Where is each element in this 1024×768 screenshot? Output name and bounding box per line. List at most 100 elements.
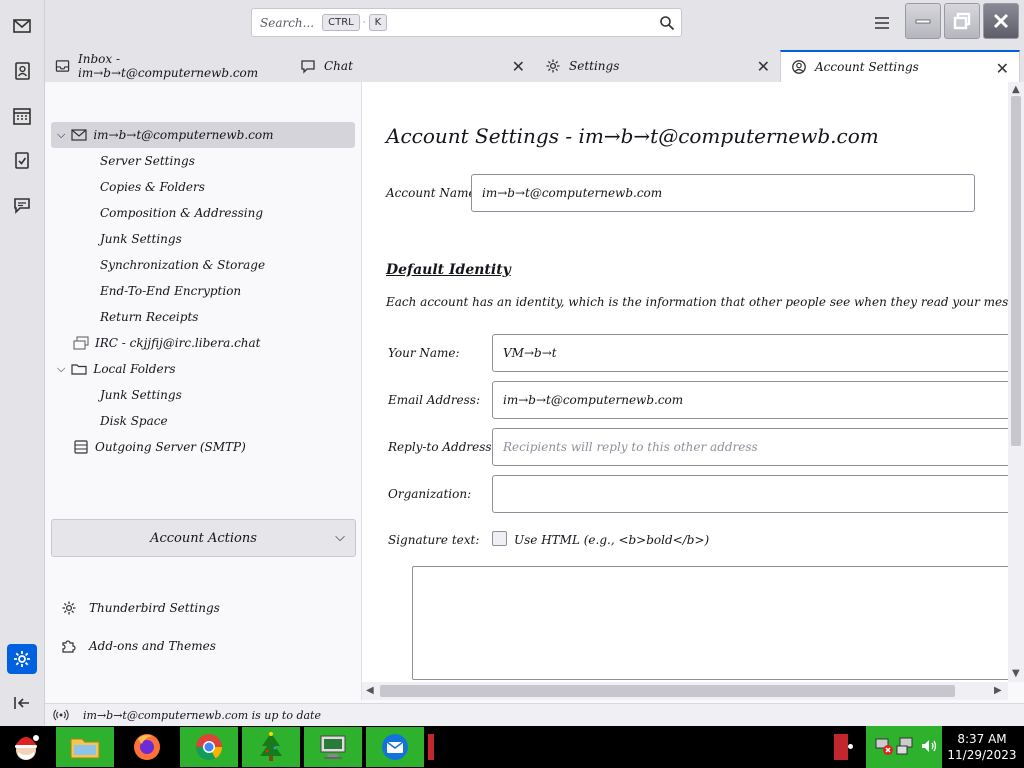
horizontal-scroll-thumb[interactable] <box>380 685 955 697</box>
taskbar-christmas-tree[interactable] <box>242 727 300 767</box>
tab-bar: Inbox - im→b→t@computernewb.com Chat ✕ S… <box>45 48 1024 82</box>
addons-themes-link[interactable]: Add-ons and Themes <box>61 638 216 654</box>
close-tab-icon[interactable]: ✕ <box>996 59 1009 78</box>
account-row[interactable]: ⌵ im→b→t@computernewb.com <box>57 128 274 142</box>
santa-start-icon <box>15 735 39 760</box>
default-identity-heading: Default Identity <box>386 262 511 278</box>
account-name-input[interactable]: im→b→t@computernewb.com <box>471 174 975 212</box>
tree-item-composition[interactable]: Composition & Addressing <box>100 206 263 220</box>
start-button[interactable] <box>2 727 50 767</box>
local-folders-row[interactable]: ⌵ Local Folders <box>57 362 175 376</box>
tab-label: Inbox - im→b→t@computernewb.com <box>78 52 259 80</box>
minimize-icon <box>915 19 931 24</box>
outgoing-server-row[interactable]: Outgoing Server (SMTP) <box>73 440 246 454</box>
calendar-icon[interactable] <box>9 103 35 129</box>
account-tree-pane: ⌵ im→b→t@computernewb.com Server Setting… <box>45 82 362 700</box>
signature-text-label: Signature text: <box>388 533 480 547</box>
tree-item-sync-storage[interactable]: Synchronization & Storage <box>100 258 265 272</box>
computer-icon <box>320 735 346 759</box>
tree-item-local-junk-settings[interactable]: Junk Settings <box>100 388 182 402</box>
taskbar-file-explorer[interactable] <box>56 727 114 767</box>
network-icon[interactable] <box>896 736 916 756</box>
search-bar[interactable]: Search... CTRL · K <box>251 8 682 37</box>
search-icon[interactable] <box>659 15 675 31</box>
search-placeholder: Search... <box>260 15 315 30</box>
address-book-icon[interactable] <box>9 58 35 84</box>
your-name-input[interactable]: VM→b→t <box>492 334 1008 372</box>
close-window-button[interactable] <box>983 3 1019 39</box>
your-name-label: Your Name: <box>388 346 460 360</box>
thunderbird-settings-link[interactable]: Thunderbird Settings <box>61 600 220 616</box>
chrome-icon <box>195 734 223 761</box>
taskbar-divider <box>428 734 434 760</box>
chat-icon[interactable] <box>9 192 35 218</box>
page-title: Account Settings - im→b→t@computernewb.c… <box>386 124 879 148</box>
tray-indicator[interactable] <box>834 734 848 760</box>
tab-chat[interactable]: Chat ✕ <box>290 50 535 82</box>
app-menu-icon[interactable] <box>872 14 892 32</box>
mail-account-icon <box>71 129 87 141</box>
tree-item-return-receipts[interactable]: Return Receipts <box>100 310 198 324</box>
chevron-down-icon: ⌵ <box>335 530 345 545</box>
tree-item-disk-space[interactable]: Disk Space <box>100 414 168 428</box>
tasks-icon[interactable] <box>9 147 35 173</box>
organization-input[interactable] <box>492 475 1008 513</box>
identity-description: Each account has an identity, which is t… <box>386 295 1008 309</box>
tray-dot <box>848 744 853 749</box>
status-bar: im→b→t@computernewb.com is up to date <box>45 703 1024 726</box>
taskbar-chrome[interactable] <box>180 727 238 767</box>
spaces-toolbar <box>0 0 45 726</box>
restore-button[interactable] <box>944 3 980 39</box>
tree-item-server-settings[interactable]: Server Settings <box>100 154 195 168</box>
reply-to-input[interactable]: Recipients will reply to this other addr… <box>492 428 1008 466</box>
gear-icon <box>546 59 560 73</box>
tree-item-junk-settings[interactable]: Junk Settings <box>100 232 182 246</box>
mail-icon[interactable] <box>9 13 35 39</box>
vertical-scrollbar[interactable]: ▲ ▼ <box>1008 82 1024 682</box>
scroll-up-icon[interactable]: ▲ <box>1012 84 1020 95</box>
close-tab-icon[interactable]: ✕ <box>512 57 525 76</box>
volume-icon[interactable] <box>920 737 938 755</box>
clock-time: 8:37 AM <box>957 732 1007 746</box>
chevron-down-icon[interactable]: ⌵ <box>57 128 65 142</box>
irc-icon <box>73 336 89 350</box>
status-text: im→b→t@computernewb.com is up to date <box>83 708 321 722</box>
collapse-toolbar-icon[interactable] <box>9 690 35 716</box>
taskbar-clock[interactable]: 8:37 AM 11/29/2023 <box>944 731 1020 763</box>
horizontal-scrollbar[interactable]: ◀ ▶ <box>362 682 1008 700</box>
minimize-button[interactable] <box>905 3 941 39</box>
tree-item-e2e-encryption[interactable]: End-To-End Encryption <box>100 284 241 298</box>
irc-account-row[interactable]: IRC - ckjjfij@irc.libera.chat <box>73 336 261 350</box>
scroll-down-icon[interactable]: ▼ <box>1012 668 1020 679</box>
reply-to-label: Reply-to Address: <box>388 440 496 454</box>
thunderbird-window: Search... CTRL · K Inbox - im→b→t@comput… <box>0 0 1024 726</box>
system-tray <box>866 726 942 768</box>
thunderbird-icon <box>382 734 408 760</box>
tab-settings[interactable]: Settings ✕ <box>535 50 780 82</box>
vertical-scroll-thumb[interactable] <box>1011 96 1021 446</box>
taskbar-thunderbird[interactable] <box>366 727 424 767</box>
restore-icon <box>953 12 971 30</box>
account-label: im→b→t@computernewb.com <box>93 128 274 142</box>
email-address-input[interactable]: im→b→t@computernewb.com <box>492 381 1008 419</box>
taskbar-computer[interactable] <box>304 727 362 767</box>
tab-label: Settings <box>569 59 620 73</box>
scroll-right-icon[interactable]: ▶ <box>994 685 1002 696</box>
use-html-checkbox[interactable] <box>492 531 507 546</box>
scroll-left-icon[interactable]: ◀ <box>366 685 374 696</box>
network-disconnected-icon[interactable] <box>874 736 894 756</box>
taskbar-firefox[interactable] <box>118 727 176 767</box>
chat-icon <box>301 60 315 74</box>
account-actions-button[interactable]: Account Actions ⌵ <box>51 519 356 557</box>
tab-inbox[interactable]: Inbox - im→b→t@computernewb.com <box>45 50 290 82</box>
chevron-down-icon[interactable]: ⌵ <box>57 362 65 376</box>
settings-space-icon[interactable] <box>7 644 37 674</box>
close-tab-icon[interactable]: ✕ <box>757 57 770 76</box>
tab-account-settings[interactable]: Account Settings ✕ <box>780 50 1020 82</box>
tree-item-copies-folders[interactable]: Copies & Folders <box>100 180 205 194</box>
tab-label: Chat <box>324 59 353 73</box>
signature-textarea[interactable] <box>412 566 1008 680</box>
online-status-icon[interactable] <box>53 708 69 722</box>
firefox-icon <box>134 734 160 760</box>
close-icon <box>993 13 1009 29</box>
